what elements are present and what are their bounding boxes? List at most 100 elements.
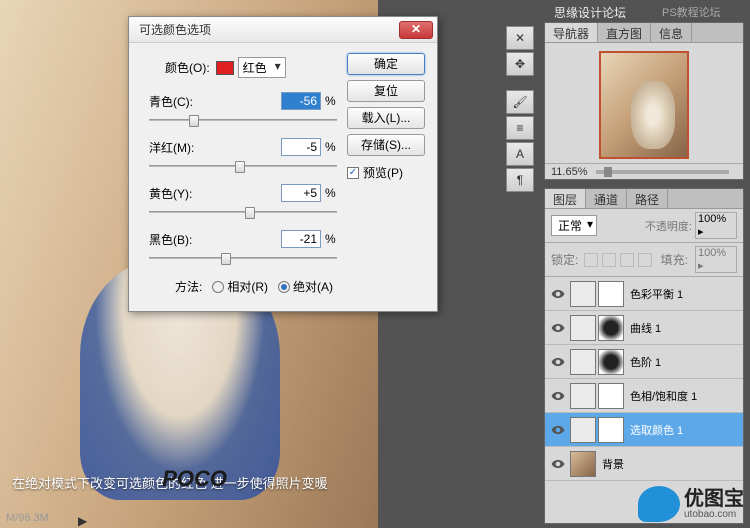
- magenta-input[interactable]: [281, 138, 321, 156]
- layer-row[interactable]: 色相/饱和度 1: [545, 379, 743, 413]
- fill-label: 填充:: [661, 251, 688, 268]
- tool-crossed-icon[interactable]: ✕: [506, 26, 534, 50]
- color-dropdown[interactable]: 红色: [238, 57, 286, 78]
- percent-label: %: [321, 140, 339, 154]
- layer-name: 色阶 1: [630, 354, 739, 370]
- navigator-thumbnail[interactable]: [599, 51, 689, 159]
- reset-button[interactable]: 复位: [347, 80, 425, 102]
- adjustment-thumb[interactable]: [570, 383, 596, 409]
- visibility-toggle[interactable]: [549, 285, 567, 303]
- percent-label: %: [321, 94, 339, 108]
- tab-layers[interactable]: 图层: [545, 189, 586, 208]
- status-bar-text: M/96.3M: [6, 512, 49, 524]
- mask-thumb[interactable]: [598, 417, 624, 443]
- magenta-label: 洋红(M):: [149, 139, 209, 156]
- mask-thumb[interactable]: [598, 315, 624, 341]
- visibility-toggle[interactable]: [549, 455, 567, 473]
- fill-input[interactable]: 100% ▸: [695, 246, 737, 273]
- mask-thumb[interactable]: [598, 349, 624, 375]
- lock-position-icon[interactable]: [620, 253, 634, 267]
- brush-icon[interactable]: 🖌: [506, 90, 534, 114]
- zoom-slider[interactable]: [596, 170, 730, 174]
- close-button[interactable]: ✕: [399, 21, 433, 39]
- save-button[interactable]: 存储(S)...: [347, 134, 425, 156]
- radio-relative[interactable]: [212, 281, 224, 293]
- mask-thumb[interactable]: [598, 383, 624, 409]
- status-bar-arrow-icon[interactable]: ▶: [78, 514, 90, 526]
- layer-row[interactable]: 选取颜色 1: [545, 413, 743, 447]
- layer-name: 色彩平衡 1: [630, 286, 739, 302]
- preview-checkbox[interactable]: [347, 167, 359, 179]
- tool-strip-1: ✕ ✥: [506, 26, 536, 78]
- cyan-input[interactable]: [281, 92, 321, 110]
- yellow-input[interactable]: [281, 184, 321, 202]
- black-input[interactable]: [281, 230, 321, 248]
- yellow-slider[interactable]: [149, 204, 337, 220]
- blend-mode-select[interactable]: 正常: [551, 215, 597, 236]
- presets-icon[interactable]: ≡: [506, 116, 534, 140]
- color-swatch-red: [216, 61, 234, 75]
- eye-icon: [551, 287, 565, 301]
- layer-thumbnails: [570, 315, 624, 341]
- navigator-figure: [631, 81, 675, 149]
- adjustment-thumb[interactable]: [570, 417, 596, 443]
- ok-button[interactable]: 确定: [347, 53, 425, 75]
- adjustment-thumb[interactable]: [570, 315, 596, 341]
- lock-pixels-icon[interactable]: [602, 253, 616, 267]
- layer-row[interactable]: 色阶 1: [545, 345, 743, 379]
- panels-area: 思缘设计论坛 PS教程论坛 ✕ ✥ 🖌 ≡ A ¶ 导航器 直方图 信息 11.…: [492, 0, 750, 528]
- radio-relative-label: 相对(R): [227, 278, 268, 295]
- black-label: 黑色(B):: [149, 231, 209, 248]
- dialog-titlebar[interactable]: 可选颜色选项 ✕: [129, 17, 437, 43]
- visibility-toggle[interactable]: [549, 421, 567, 439]
- cyan-slider[interactable]: [149, 112, 337, 128]
- text-icon[interactable]: A: [506, 142, 534, 166]
- layer-row[interactable]: 曲线 1: [545, 311, 743, 345]
- lock-all-icon[interactable]: [638, 253, 652, 267]
- adjustment-thumb[interactable]: [570, 349, 596, 375]
- layer-thumbnails: [570, 451, 596, 477]
- method-label: 方法:: [175, 278, 202, 295]
- load-button[interactable]: 载入(L)...: [347, 107, 425, 129]
- dialog-title: 可选颜色选项: [133, 21, 399, 38]
- close-icon: ✕: [411, 22, 421, 36]
- layer-thumbnails: [570, 281, 624, 307]
- percent-label: %: [321, 232, 339, 246]
- layer-name: 曲线 1: [630, 320, 739, 336]
- opacity-input[interactable]: 100% ▸: [695, 212, 737, 239]
- opacity-label: 不透明度:: [645, 218, 692, 234]
- visibility-toggle[interactable]: [549, 353, 567, 371]
- paragraph-icon[interactable]: ¶: [506, 168, 534, 192]
- poco-watermark: POCO: [162, 466, 227, 492]
- layers-panel: 图层 通道 路径 正常 不透明度: 100% ▸ 锁定: 填充: 100% ▸ …: [544, 188, 744, 524]
- tool-strip-2: 🖌 ≡ A ¶: [506, 90, 536, 194]
- black-slider[interactable]: [149, 250, 337, 266]
- layer-row[interactable]: 背景: [545, 447, 743, 481]
- magenta-slider[interactable]: [149, 158, 337, 174]
- tab-histogram[interactable]: 直方图: [598, 23, 651, 42]
- tab-paths[interactable]: 路径: [627, 189, 668, 208]
- eye-icon: [551, 355, 565, 369]
- visibility-toggle[interactable]: [549, 387, 567, 405]
- eye-icon: [551, 321, 565, 335]
- layer-thumb[interactable]: [570, 451, 596, 477]
- navigator-panel: 导航器 直方图 信息 11.65%: [544, 22, 744, 180]
- zoom-value[interactable]: 11.65%: [551, 166, 588, 178]
- tab-navigator[interactable]: 导航器: [545, 23, 598, 42]
- tab-channels[interactable]: 通道: [586, 189, 627, 208]
- adjustment-thumb[interactable]: [570, 281, 596, 307]
- layer-row[interactable]: 色彩平衡 1: [545, 277, 743, 311]
- layer-thumbnails: [570, 417, 624, 443]
- radio-absolute[interactable]: [278, 281, 290, 293]
- yellow-label: 黄色(Y):: [149, 185, 209, 202]
- tab-info[interactable]: 信息: [651, 23, 692, 42]
- lock-transparency-icon[interactable]: [584, 253, 598, 267]
- eye-icon: [551, 389, 565, 403]
- preview-label: 预览(P): [363, 164, 403, 181]
- visibility-toggle[interactable]: [549, 319, 567, 337]
- color-label: 颜色(O):: [165, 59, 210, 76]
- header-site-2: PS教程论坛: [662, 4, 721, 20]
- bird-icon: [638, 486, 680, 522]
- tool-move-icon[interactable]: ✥: [506, 52, 534, 76]
- mask-thumb[interactable]: [598, 281, 624, 307]
